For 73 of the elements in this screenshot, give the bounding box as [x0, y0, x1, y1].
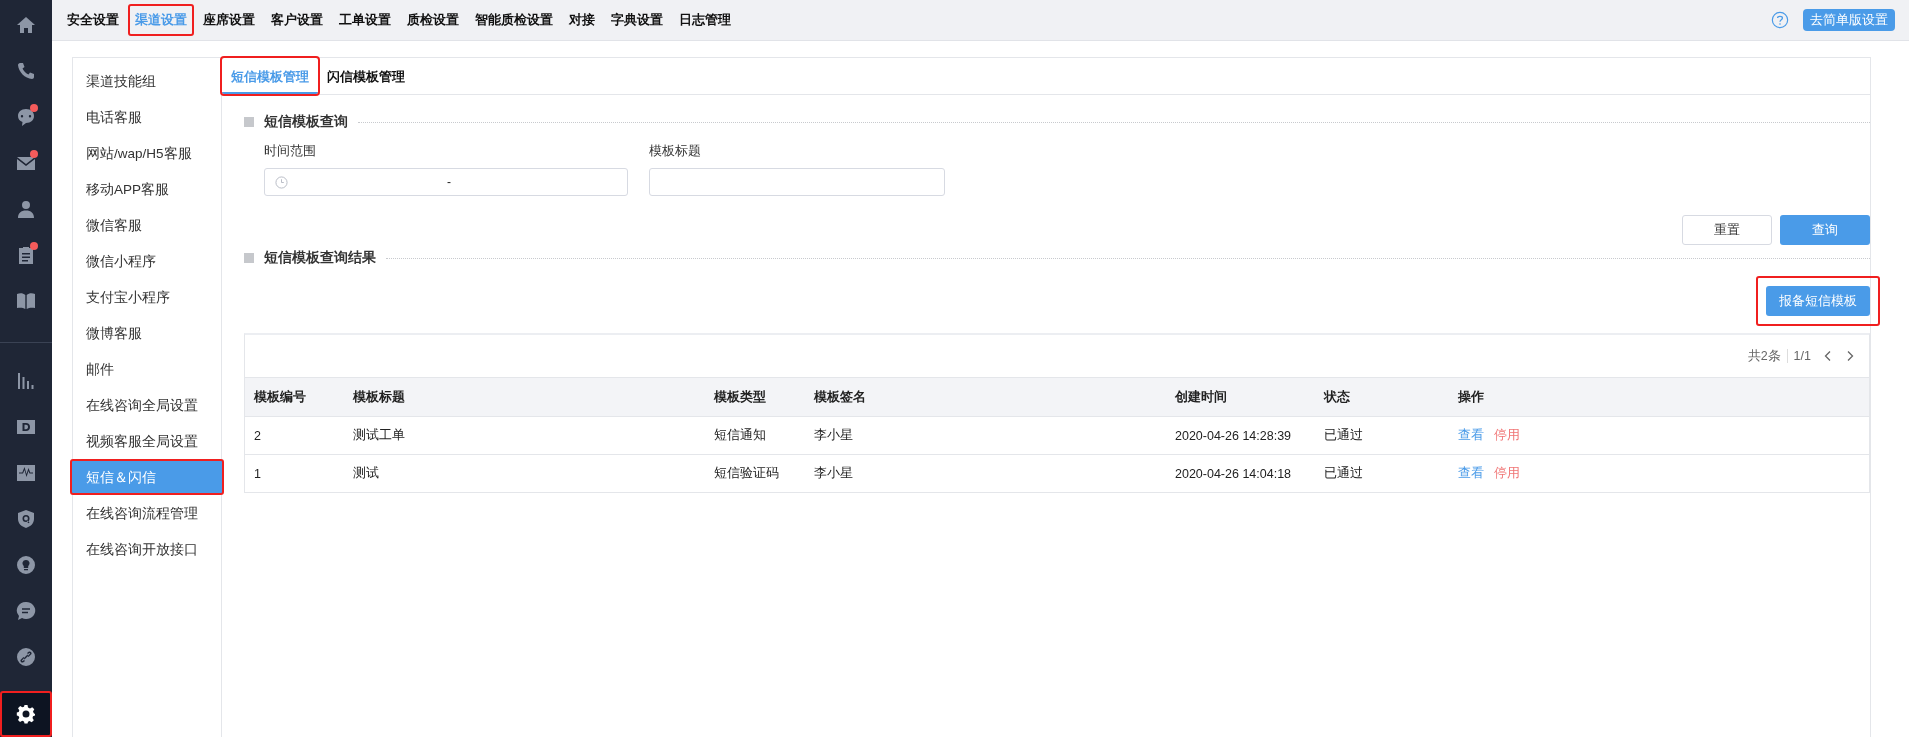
- table-cell: 已通过: [1315, 416, 1449, 455]
- column-header: 操作: [1449, 377, 1869, 417]
- rail-settings-item[interactable]: [0, 691, 52, 737]
- column-header: 模板签名: [805, 377, 1166, 417]
- reset-button[interactable]: 重置: [1682, 215, 1772, 245]
- person-icon: [16, 199, 36, 219]
- top-nav-tab[interactable]: 工单设置: [332, 4, 398, 36]
- pulse-icon: [16, 463, 36, 483]
- letter-d-icon: [16, 417, 36, 437]
- top-nav-tab[interactable]: 座席设置: [196, 4, 262, 36]
- column-header: 模板类型: [705, 377, 805, 417]
- table-cell: 李小星: [805, 454, 1166, 492]
- table-cell: 2: [245, 416, 344, 455]
- shield-icon: [16, 509, 36, 529]
- sidebar-item[interactable]: 在线咨询全局设置: [73, 387, 220, 423]
- settings-icon: [16, 704, 36, 724]
- field-label: 时间范围: [264, 143, 317, 160]
- sidebar-item[interactable]: 在线咨询流程管理: [73, 495, 220, 531]
- table-cell: 李小星: [805, 416, 1166, 455]
- sidebar-item[interactable]: 在线咨询开放接口: [73, 531, 220, 567]
- sidebar-item[interactable]: 网站/wap/H5客服: [73, 135, 220, 171]
- square-icon: [244, 253, 254, 263]
- section-title: 短信模板查询结果: [264, 249, 376, 267]
- next-page-icon[interactable]: [1845, 350, 1855, 362]
- phone-icon: [16, 61, 36, 81]
- section-title: 短信模板查询: [264, 113, 348, 131]
- link-icon: [16, 647, 36, 667]
- top-nav-tab[interactable]: 字典设置: [604, 4, 670, 36]
- table-cell: 已通过: [1315, 454, 1449, 492]
- date-range-field[interactable]: -: [264, 168, 628, 196]
- column-header: 状态: [1315, 377, 1449, 417]
- top-nav-tab[interactable]: 质检设置: [400, 4, 466, 36]
- table-cell: 短信通知: [705, 416, 805, 455]
- tab[interactable]: 闪信模板管理: [318, 58, 414, 94]
- chat-bubble-icon: [16, 107, 36, 127]
- help-icon[interactable]: [1771, 11, 1789, 29]
- column-header: 模板标题: [344, 377, 705, 417]
- sidebar-item[interactable]: 微博客服: [73, 315, 220, 351]
- table-cell: 测试工单: [344, 416, 705, 455]
- field-label: 模板标题: [649, 143, 702, 160]
- sidebar-item[interactable]: 微信小程序: [73, 243, 220, 279]
- sidebar-item[interactable]: 渠道技能组: [73, 63, 220, 99]
- sidebar-item[interactable]: 微信客服: [73, 207, 220, 243]
- table-cell: 2020-04-26 14:04:18: [1166, 454, 1315, 492]
- sidebar-item[interactable]: 电话客服: [73, 99, 220, 135]
- title-input-field[interactable]: [649, 168, 945, 196]
- table-cell: 短信验证码: [705, 454, 805, 492]
- bar-chart-icon: [16, 371, 36, 391]
- top-nav-tab[interactable]: 安全设置: [60, 4, 126, 36]
- previous-page-icon[interactable]: [1823, 350, 1833, 362]
- sidebar-item[interactable]: 邮件: [73, 351, 220, 387]
- range-separator: -: [447, 175, 451, 189]
- top-nav-tab[interactable]: 对接: [562, 4, 602, 36]
- clipboard-icon: [16, 245, 36, 265]
- sidebar-item[interactable]: 视频客服全局设置: [73, 423, 220, 459]
- column-header: 模板编号: [245, 377, 344, 417]
- clock-icon: [275, 175, 288, 189]
- message-icon: [16, 601, 36, 621]
- top-nav-tab[interactable]: 客户设置: [264, 4, 330, 36]
- top-nav-tab[interactable]: 日志管理: [672, 4, 738, 36]
- table-cell: 2020-04-26 14:28:39: [1166, 416, 1315, 455]
- page-indicator: 1/1: [1793, 349, 1811, 363]
- column-header: 创建时间: [1166, 377, 1315, 417]
- top-nav-tab[interactable]: 智能质检设置: [468, 4, 560, 36]
- table-cell: 测试: [344, 454, 705, 492]
- home-icon: [16, 15, 36, 35]
- sidebar-item[interactable]: 移动APP客服: [73, 171, 220, 207]
- sidebar-item[interactable]: 支付宝小程序: [73, 279, 220, 315]
- square-icon: [244, 117, 254, 127]
- book-icon: [16, 291, 36, 311]
- total-count: 共2条: [1747, 347, 1781, 365]
- lightbulb-icon: [16, 555, 36, 575]
- table-cell: 1: [245, 454, 344, 492]
